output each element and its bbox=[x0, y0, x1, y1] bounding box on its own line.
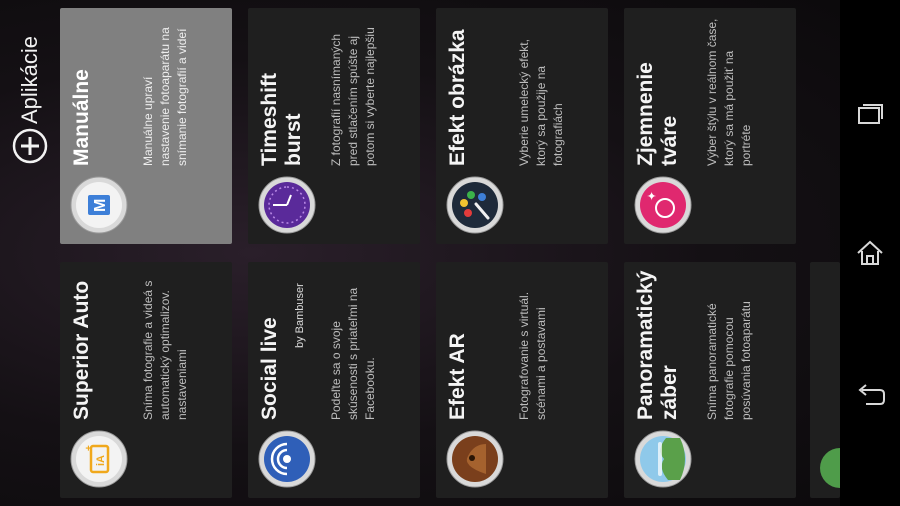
back-button[interactable] bbox=[852, 376, 888, 412]
tile-description: Sníma fotografie a videá s automatický o… bbox=[141, 280, 189, 420]
svg-text:iA: iA bbox=[95, 455, 107, 466]
svg-text:M: M bbox=[92, 199, 109, 212]
tile-title: Efekt obrázka bbox=[446, 29, 469, 166]
tile-manual[interactable]: M Manuálne Manuálne upraví nastavenie fo… bbox=[60, 8, 232, 244]
next-tile-icon bbox=[820, 448, 840, 488]
svg-text:✦: ✦ bbox=[645, 191, 659, 201]
tile-description: Vyberie umelecký efekt, ktorý sa použije… bbox=[517, 39, 565, 166]
camera-apps-panel: Aplikácie iA + Superior Auto Sníma fotog… bbox=[0, 0, 840, 506]
superior-auto-icon: iA + bbox=[70, 430, 128, 488]
tile-description: Z fotografií nasnímaných pred stlačením … bbox=[329, 27, 377, 166]
apps-header: Aplikácie bbox=[0, 0, 60, 506]
recent-apps-icon bbox=[858, 104, 883, 124]
svg-text:+: + bbox=[84, 445, 95, 451]
tile-title: Zjemnenie tváre bbox=[634, 62, 681, 166]
tile-title: Efekt AR bbox=[446, 333, 469, 420]
tile-superior-auto[interactable]: iA + Superior Auto Sníma fotografie a vi… bbox=[60, 262, 232, 498]
apps-list-rotated: Aplikácie iA + Superior Auto Sníma fotog… bbox=[0, 0, 840, 506]
timeshift-burst-icon bbox=[258, 176, 316, 234]
tile-description: Fotografovanie s virtuál. scénami a post… bbox=[517, 291, 548, 420]
panorama-icon bbox=[634, 430, 692, 488]
face-soften-icon: ✦ bbox=[634, 176, 692, 234]
social-live-icon bbox=[258, 430, 316, 488]
tile-timeshift-burst[interactable]: Timeshift burst Z fotografií nasnímaných… bbox=[248, 8, 420, 244]
home-button[interactable] bbox=[852, 235, 888, 271]
add-app-icon[interactable] bbox=[12, 128, 48, 164]
tile-panorama[interactable]: Panoramatický záber Sníma panoramatické … bbox=[624, 262, 796, 498]
manual-icon: M bbox=[70, 176, 128, 234]
tile-description: Sníma panoramatické fotografie pomocou p… bbox=[705, 301, 753, 420]
navigation-bar bbox=[840, 0, 900, 506]
camera-app-screen: Aplikácie iA + Superior Auto Sníma fotog… bbox=[0, 0, 900, 506]
home-icon bbox=[857, 240, 883, 265]
apps-title: Aplikácie bbox=[17, 35, 42, 124]
tile-title: Superior Auto bbox=[70, 280, 93, 420]
tile-face-soften[interactable]: ✦ Zjemnenie tváre Výber štýlu v reálnom … bbox=[624, 8, 796, 244]
ar-effect-icon bbox=[446, 430, 504, 488]
tile-title: Manuálne bbox=[70, 69, 93, 166]
back-icon bbox=[858, 384, 885, 405]
tile-social-live[interactable]: Social live by Bambuser Podeľte sa o svo… bbox=[248, 262, 420, 498]
tile-title: Social live bbox=[258, 317, 281, 420]
tile-title: Panoramatický záber bbox=[634, 270, 681, 420]
tile-description: Manuálne upraví nastavenie fotoaparátu n… bbox=[141, 27, 189, 166]
tile-description: Výber štýlu v reálnom čase, ktorý sa má … bbox=[705, 18, 753, 166]
tile-title: Timeshift burst bbox=[258, 73, 305, 166]
tile-picture-effect[interactable]: Efekt obrázka Vyberie umelecký efekt, kt… bbox=[436, 8, 608, 244]
tile-subtitle: by Bambuser bbox=[294, 283, 306, 348]
recent-apps-button[interactable] bbox=[852, 96, 888, 132]
next-tile-peek[interactable] bbox=[810, 262, 840, 498]
tile-ar-effect[interactable]: Efekt AR Fotografovanie s virtuál. scéna… bbox=[436, 262, 608, 498]
picture-effect-icon bbox=[446, 176, 504, 234]
tile-description: Podeľte sa o svoje skúsenosti s priateľm… bbox=[329, 287, 377, 420]
